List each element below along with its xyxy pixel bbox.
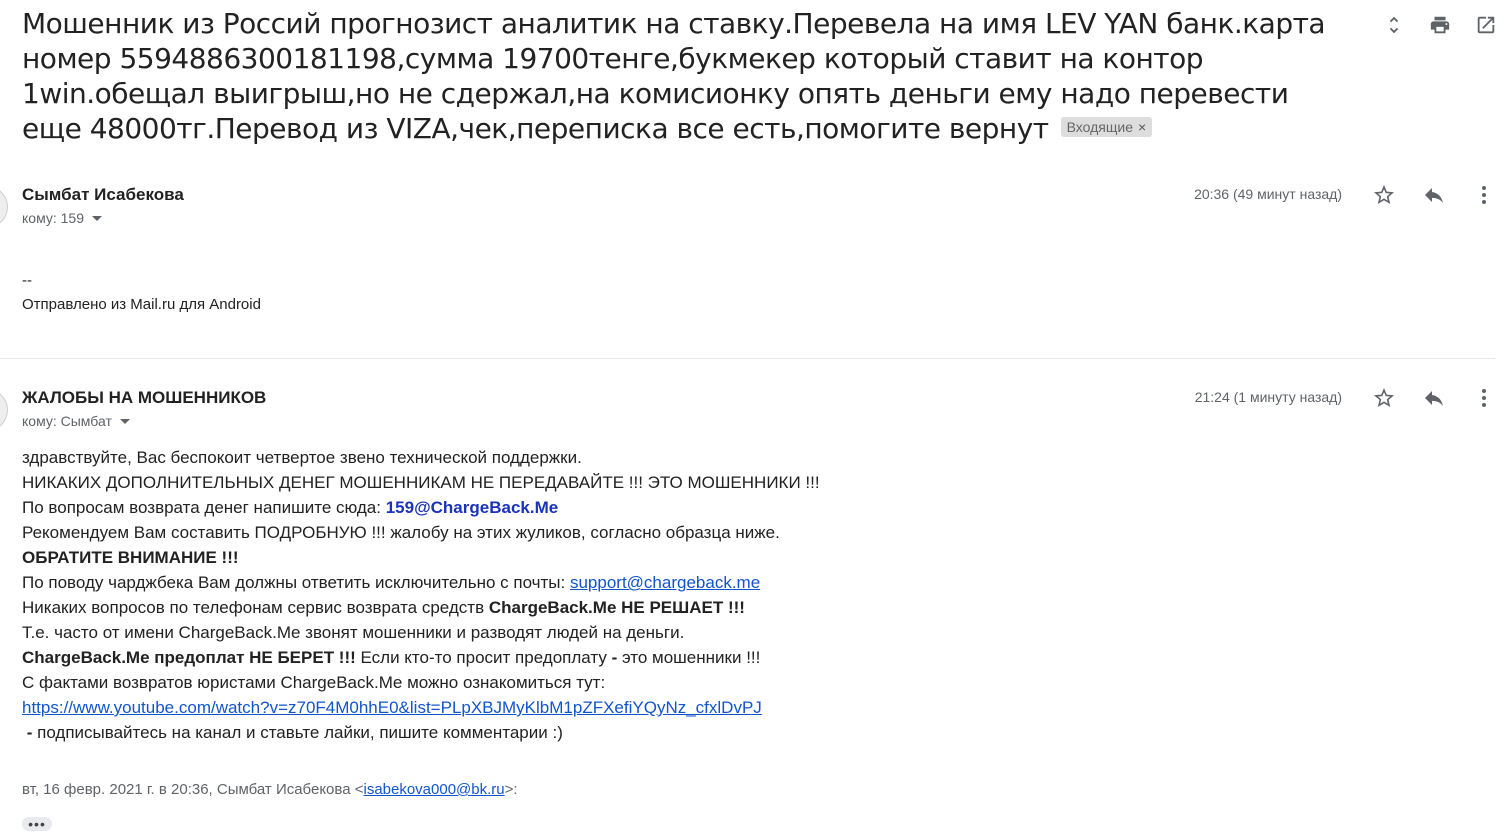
- recipient-text: кому: Сымбат: [22, 413, 112, 429]
- message-divider: [0, 358, 1495, 359]
- body-line: По поводу чарджбека Вам должны ответить …: [22, 570, 820, 595]
- message-time: 21:24 (1 минуту назад): [1194, 389, 1342, 405]
- print-icon[interactable]: [1427, 12, 1453, 38]
- body-line: Никаких вопросов по телефонам сервис воз…: [22, 595, 820, 620]
- quoted-sender-email-link[interactable]: isabekova000@bk.ru: [363, 781, 504, 798]
- body-text: Если кто-то просит предоплату: [355, 648, 612, 667]
- quoted-header: вт, 16 февр. 2021 г. в 20:36, Сымбат Иса…: [22, 781, 518, 798]
- attention-heading: ОБРАТИТЕ ВНИМАНИЕ !!!: [22, 548, 239, 567]
- signature-text: Отправлено из Mail.ru для Android: [22, 296, 261, 313]
- remove-label-icon[interactable]: ×: [1138, 119, 1146, 135]
- body-line: здравствуйте, Вас беспокоит четвертое зв…: [22, 448, 582, 467]
- body-text: По вопросам возврата денег напишите сюда…: [22, 498, 386, 517]
- recipient-line: кому: Сымбат: [22, 413, 130, 429]
- reply-icon[interactable]: [1421, 385, 1447, 411]
- body-text: это мошенники !!!: [617, 648, 761, 667]
- body-text: подписывайтесь на канал и ставьте лайки,…: [32, 723, 563, 742]
- quote-prefix: вт, 16 февр. 2021 г. в 20:36, Сымбат Иса…: [22, 781, 364, 798]
- email-subject: Мошенник из Россий прогнозист аналитик н…: [22, 6, 1352, 146]
- thread-toolbar: [1381, 12, 1499, 38]
- body-line: ChargeBack.Me предоплат НЕ БЕРЕТ !!! Есл…: [22, 645, 820, 670]
- star-icon[interactable]: [1371, 385, 1397, 411]
- more-vert-icon[interactable]: [1471, 385, 1497, 411]
- avatar[interactable]: [0, 186, 8, 228]
- recipient-text: кому: 159: [22, 210, 84, 226]
- body-text: По поводу чарджбека Вам должны ответить …: [22, 573, 570, 592]
- sender-name[interactable]: Сымбат Исабекова: [22, 185, 184, 205]
- expand-collapse-icon[interactable]: [1381, 12, 1407, 38]
- contact-email: 159@ChargeBack.Me: [385, 498, 559, 517]
- inbox-label-chip[interactable]: Входящие ×: [1060, 117, 1153, 137]
- recipient-details-caret-icon[interactable]: [119, 418, 130, 424]
- body-line: НИКАКИХ ДОПОЛНИТЕЛЬНЫХ ДЕНЕГ МОШЕННИКАМ …: [22, 473, 820, 492]
- more-vert-icon[interactable]: [1471, 182, 1497, 208]
- bold-text: ChargeBack.Me НЕ РЕШАЕТ !!!: [488, 598, 745, 617]
- body-line: По вопросам возврата денег напишите сюда…: [22, 495, 820, 520]
- avatar[interactable]: [0, 389, 8, 431]
- show-trimmed-content-button[interactable]: •••: [22, 817, 52, 831]
- youtube-link[interactable]: https://www.youtube.com/watch?v=z70F4M0h…: [22, 698, 762, 717]
- recipient-line: кому: 159: [22, 210, 102, 226]
- recipient-details-caret-icon[interactable]: [92, 215, 102, 221]
- open-new-window-icon[interactable]: [1473, 12, 1499, 38]
- message-body: здравствуйте, Вас беспокоит четвертое зв…: [22, 445, 820, 745]
- body-line: https://www.youtube.com/watch?v=z70F4M0h…: [22, 695, 820, 720]
- body-line: - подписывайтесь на канал и ставьте лайк…: [22, 720, 820, 745]
- body-line: Рекомендуем Вам составить ПОДРОБНУЮ !!! …: [22, 523, 780, 542]
- quote-suffix: >:: [504, 781, 518, 798]
- sender-name[interactable]: ЖАЛОБЫ НА МОШЕННИКОВ: [22, 388, 266, 408]
- message-actions: [1371, 182, 1497, 208]
- inbox-label-text: Входящие: [1066, 119, 1133, 135]
- signature-separator: --: [22, 272, 32, 289]
- message-body: -- Отправлено из Mail.ru для Android: [22, 269, 261, 317]
- message-time: 20:36 (49 минут назад): [1194, 186, 1342, 202]
- body-line: Т.е. часто от имени ChargeBack.Me звонят…: [22, 623, 685, 642]
- body-text: Никаких вопросов по телефонам сервис воз…: [22, 598, 489, 617]
- star-icon[interactable]: [1371, 182, 1397, 208]
- bold-text: ChargeBack.Me предоплат НЕ БЕРЕТ !!!: [22, 648, 356, 667]
- message-actions: [1371, 385, 1497, 411]
- reply-icon[interactable]: [1421, 182, 1447, 208]
- body-line: С фактами возвратов юристами ChargeBack.…: [22, 673, 606, 692]
- support-email-link[interactable]: support@chargeback.me: [570, 573, 760, 592]
